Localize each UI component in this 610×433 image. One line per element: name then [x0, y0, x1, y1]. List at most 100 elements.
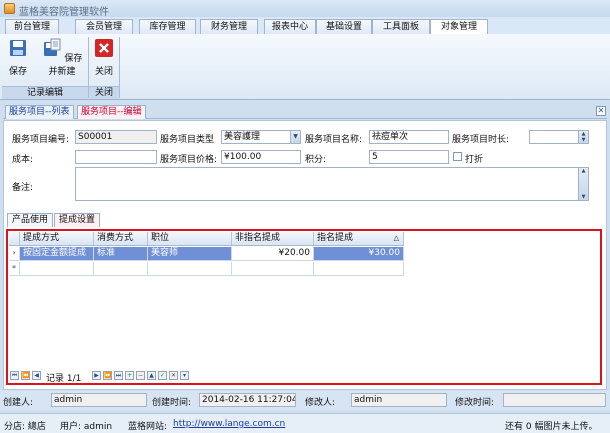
- app-icon: [4, 3, 15, 14]
- tab-service-list[interactable]: 服务项目--列表: [5, 105, 74, 119]
- modified-time-label: 修改时间:: [455, 398, 495, 408]
- tab-members[interactable]: 会员管理: [75, 19, 133, 34]
- discount-label: 打折: [465, 155, 484, 165]
- new-row-cell[interactable]: [148, 262, 232, 276]
- row-indicator-icon: ›: [9, 247, 20, 261]
- edit-icon[interactable]: ▲: [147, 371, 156, 380]
- type-value: 美容護理: [224, 132, 261, 142]
- row-header: [9, 232, 20, 246]
- status-bar: 分店: 總店 用户: admin 蓝格网站: http://www.lange.…: [0, 413, 610, 433]
- column-header[interactable]: 提成方式: [20, 232, 94, 246]
- ribbon-divider: [119, 37, 120, 98]
- scrollbar[interactable]: ▲ ▼: [578, 168, 588, 200]
- code-label: 服务项目编号:: [12, 135, 70, 145]
- close-icon[interactable]: ✕: [596, 106, 606, 116]
- commission-grid: 提成方式 消费方式 职位 非指名提成 指名提成 △ › 按固定金额提成 标准 美…: [6, 229, 602, 385]
- tab-reports[interactable]: 报表中心: [264, 19, 316, 34]
- column-header[interactable]: 指名提成 △: [314, 232, 404, 246]
- tab-commission-settings[interactable]: 提成设置: [54, 213, 101, 227]
- table-cell[interactable]: 按固定金额提成: [20, 247, 94, 261]
- close-button[interactable]: 关闭: [93, 38, 115, 77]
- save-and-new-button[interactable]: 保存并新建: [38, 38, 86, 77]
- tab-tools[interactable]: 工具面板: [372, 19, 430, 34]
- first-record-icon[interactable]: ⏮: [10, 371, 19, 380]
- remark-label: 备注:: [12, 183, 34, 193]
- tab-object-management[interactable]: 对象管理: [430, 19, 488, 35]
- table-cell[interactable]: 美容师: [148, 247, 232, 261]
- group-label-close: 关闭: [89, 86, 119, 99]
- tab-front-desk[interactable]: 前台管理: [5, 19, 59, 34]
- grid-navigator: ⏮ ⏪ ◀ 记录 1/1 ▶ ⏩ ⏭ + − ▲ ✓ ✕ ▾: [10, 370, 600, 384]
- column-header[interactable]: 非指名提成: [232, 232, 314, 246]
- modifier-label: 修改人:: [305, 398, 336, 408]
- cancel-icon[interactable]: ✕: [169, 371, 178, 380]
- menu-bar: 前台管理 会员管理 库存管理 财务管理 报表中心 基础设置 工具面板 对象管理: [0, 17, 610, 35]
- remark-textarea[interactable]: ▲ ▼: [75, 167, 589, 201]
- title-bar: 蓝格美容院管理软件: [0, 0, 610, 18]
- type-label: 服务项目类型: [160, 135, 215, 145]
- close-button-label: 关闭: [94, 67, 113, 77]
- save-new-icon: [43, 38, 61, 56]
- column-header[interactable]: 职位: [148, 232, 232, 246]
- cost-label: 成本:: [12, 155, 34, 165]
- new-row-cell[interactable]: [314, 262, 404, 276]
- prev-page-icon[interactable]: ⏪: [21, 371, 30, 380]
- column-header[interactable]: 消费方式: [94, 232, 148, 246]
- points-field[interactable]: 5: [369, 150, 449, 164]
- stepper-icon[interactable]: ▲ ▼: [578, 131, 588, 143]
- new-row-cell[interactable]: [94, 262, 148, 276]
- next-page-icon[interactable]: ⏩: [103, 371, 112, 380]
- confirm-icon[interactable]: ✓: [158, 371, 167, 380]
- tab-product-usage[interactable]: 产品使用: [7, 213, 54, 227]
- new-row-cell[interactable]: [232, 262, 314, 276]
- discount-checkbox[interactable]: [453, 152, 462, 161]
- site-link[interactable]: http://www.lange.com.cn: [173, 419, 285, 429]
- tab-service-edit[interactable]: 服务项目--编辑: [77, 105, 146, 119]
- site-label: 蓝格网站:: [128, 422, 168, 432]
- user-status: 用户: admin: [60, 422, 113, 432]
- table-cell[interactable]: ¥20.00: [232, 247, 314, 261]
- next-record-icon[interactable]: ▶: [92, 371, 101, 380]
- record-counter: 记录 1/1: [46, 374, 82, 384]
- points-label: 积分:: [305, 155, 327, 165]
- add-icon[interactable]: +: [125, 371, 134, 380]
- name-label: 服务项目名称:: [305, 135, 363, 145]
- price-label: 服务项目价格:: [160, 155, 218, 165]
- tab-basic-settings[interactable]: 基础设置: [316, 19, 372, 34]
- save-button[interactable]: 保存: [7, 38, 29, 77]
- group-label-record-edit: 记录编辑: [2, 86, 88, 99]
- table-cell[interactable]: 标准: [94, 247, 148, 261]
- filter-icon[interactable]: ▾: [180, 371, 189, 380]
- last-record-icon[interactable]: ⏭: [114, 371, 123, 380]
- store-status: 分店: 總店: [4, 422, 46, 432]
- created-time-label: 创建时间:: [152, 398, 192, 408]
- upload-status: 还有 0 幅图片未上传。: [505, 422, 598, 432]
- prev-record-icon[interactable]: ◀: [32, 371, 41, 380]
- duration-stepper[interactable]: ▲ ▼: [529, 130, 589, 144]
- column-header-label: 指名提成: [317, 233, 354, 243]
- name-field[interactable]: 祛痘单次: [369, 130, 449, 144]
- creator-label: 创建人:: [3, 398, 34, 408]
- new-row-cell[interactable]: [20, 262, 94, 276]
- document-tabs: 服务项目--列表 服务项目--编辑: [3, 104, 607, 119]
- duration-label: 服务项目时长:: [452, 135, 510, 145]
- code-field[interactable]: S00001: [75, 130, 157, 144]
- chevron-down-icon[interactable]: ▼: [290, 131, 300, 143]
- modifier-field[interactable]: admin: [351, 393, 447, 407]
- creator-field[interactable]: admin: [51, 393, 147, 407]
- save-button-label: 保存: [8, 67, 27, 77]
- type-select[interactable]: 美容護理 ▼: [221, 130, 301, 144]
- delete-icon[interactable]: −: [136, 371, 145, 380]
- tab-finance[interactable]: 财务管理: [200, 19, 258, 34]
- audit-footer: 创建人: admin 创建时间: 2014-02-16 11:27:04 修改人…: [0, 390, 610, 410]
- created-time-field[interactable]: 2014-02-16 11:27:04: [199, 393, 296, 407]
- price-field[interactable]: ¥100.00: [221, 150, 301, 164]
- close-icon: [95, 39, 113, 57]
- modified-time-field[interactable]: [503, 393, 606, 407]
- table-cell[interactable]: ¥30.00: [314, 247, 404, 261]
- sort-ascending-icon: △: [393, 234, 399, 242]
- tab-inventory[interactable]: 库存管理: [139, 19, 196, 34]
- cost-field[interactable]: [75, 150, 157, 164]
- floppy-disk-icon: [10, 40, 26, 56]
- ribbon: 保存 保存并新建 关闭 记录编辑 关闭: [0, 34, 610, 100]
